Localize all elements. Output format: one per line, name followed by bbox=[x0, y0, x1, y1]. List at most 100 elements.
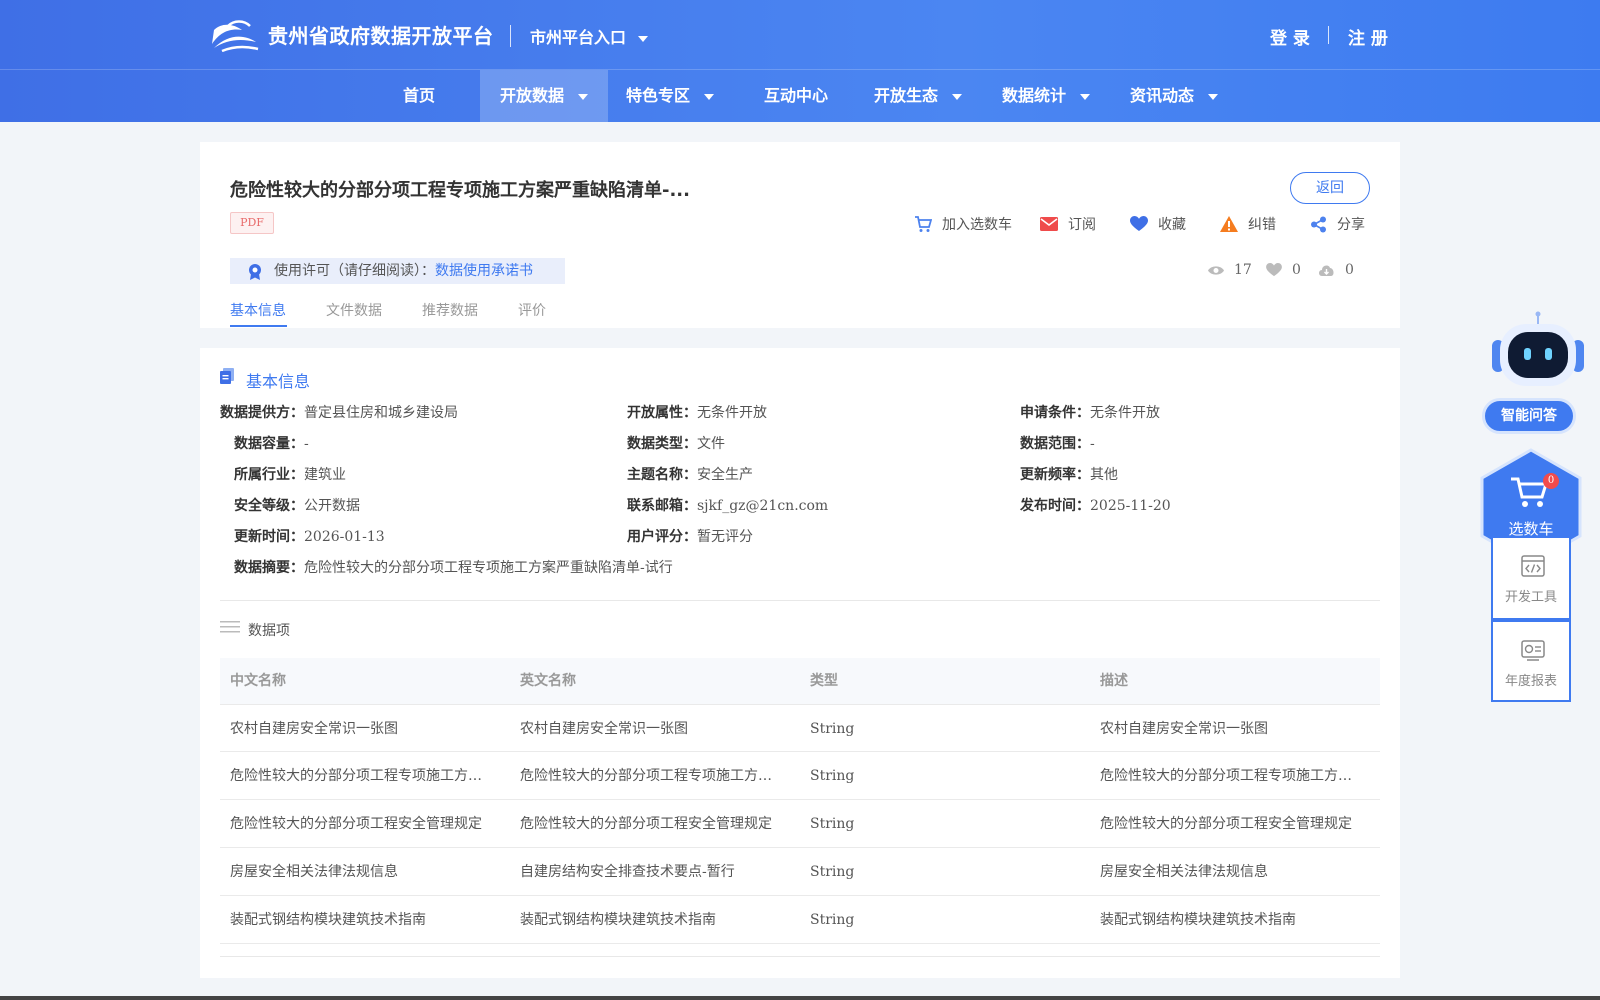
field-value: sjkf_gz@21cn.com bbox=[697, 498, 829, 514]
nav-item-ecosystem[interactable]: 开放生态 bbox=[868, 70, 968, 122]
dev-tools-button[interactable]: 开发工具 bbox=[1491, 538, 1571, 620]
field-publish-time: 发布时间：2025-11-20 bbox=[1020, 495, 1171, 515]
column-header: 类型 bbox=[810, 673, 838, 689]
city-entry-dropdown[interactable]: 市州平台入口 bbox=[530, 24, 649, 48]
table-cell: 自建房结构安全排查技术要点-暂行 bbox=[520, 864, 735, 880]
likes-value: 0 bbox=[1292, 262, 1301, 278]
chevron-down-icon bbox=[1208, 93, 1218, 100]
tab-review[interactable]: 评价 bbox=[518, 300, 546, 320]
code-icon bbox=[1521, 555, 1545, 577]
table-row: 危险性较大的分部分项工程专项施工方案... 危险性较大的分部分项工程专项施工方案… bbox=[220, 752, 1380, 800]
subscribe-button[interactable]: 订阅 bbox=[1040, 214, 1096, 234]
field-update-frequency: 更新频率：其他 bbox=[1020, 464, 1118, 484]
nav-item-special-zone[interactable]: 特色专区 bbox=[620, 70, 720, 122]
field-key: 数据范围： bbox=[1020, 436, 1090, 452]
table-cell: 房屋安全相关法律法规信息 bbox=[230, 864, 398, 880]
field-industry: 所属行业：建筑业 bbox=[234, 464, 346, 484]
field-user-rating: 用户评分：暂无评分 bbox=[627, 526, 753, 546]
field-key: 用户评分： bbox=[627, 529, 697, 545]
register-link[interactable]: 注 册 bbox=[1348, 24, 1388, 49]
nav-item-interaction[interactable]: 互动中心 bbox=[756, 70, 836, 122]
table-cell: String bbox=[810, 816, 855, 832]
field-data-range: 数据范围：- bbox=[1020, 433, 1095, 453]
divider bbox=[220, 956, 1380, 957]
field-key: 所属行业： bbox=[234, 467, 304, 483]
table-cell: 农村自建房安全常识一张图 bbox=[1100, 721, 1268, 737]
add-to-cart-button[interactable]: 加入选数车 bbox=[914, 214, 1012, 234]
back-button[interactable]: 返回 bbox=[1290, 172, 1370, 204]
nav-item-open-data[interactable]: 开放数据 bbox=[480, 70, 608, 122]
field-key: 安全等级： bbox=[234, 498, 304, 514]
annual-report-button[interactable]: 年度报表 bbox=[1491, 620, 1571, 702]
favorite-button[interactable]: 收藏 bbox=[1130, 214, 1186, 234]
tab-recommended-data[interactable]: 推荐数据 bbox=[422, 300, 478, 320]
tab-file-data[interactable]: 文件数据 bbox=[326, 300, 382, 320]
field-key: 更新频率： bbox=[1020, 467, 1090, 483]
login-link[interactable]: 登 录 bbox=[1270, 24, 1310, 49]
action-label: 分享 bbox=[1337, 217, 1365, 233]
divider bbox=[510, 25, 511, 47]
nav-label: 首页 bbox=[402, 86, 435, 105]
report-icon bbox=[1521, 640, 1545, 661]
table-cell: String bbox=[810, 721, 855, 737]
license-bar: 使用许可（请仔细阅读）：数据使用承诺书 bbox=[230, 258, 565, 284]
site-header: 贵州省政府数据开放平台 市州平台入口 登 录 注 册 首页 开放数据 特色专区 … bbox=[0, 0, 1600, 122]
main-nav: 首页 开放数据 特色专区 互动中心 开放生态 数据统计 资讯动态 bbox=[0, 70, 1600, 122]
cart-label: 选数车 bbox=[1508, 520, 1554, 538]
table-cell: 危险性较大的分部分项工程安全管理规定 bbox=[230, 816, 482, 832]
field-key: 数据容量： bbox=[234, 436, 304, 452]
column-header: 描述 bbox=[1100, 673, 1128, 689]
badge-icon bbox=[249, 264, 261, 280]
views-value: 17 bbox=[1234, 262, 1252, 278]
field-key: 主题名称： bbox=[627, 467, 697, 483]
nav-item-news[interactable]: 资讯动态 bbox=[1124, 70, 1224, 122]
field-apply-condition: 申请条件：无条件开放 bbox=[1020, 402, 1160, 422]
table-header: 中文名称 英文名称 类型 描述 bbox=[220, 658, 1380, 704]
field-value: 2025-11-20 bbox=[1090, 498, 1171, 514]
field-key: 数据类型： bbox=[627, 436, 697, 452]
action-label: 订阅 bbox=[1068, 217, 1096, 233]
divider bbox=[220, 600, 1380, 601]
field-update-time: 更新时间：2026-01-13 bbox=[234, 526, 385, 546]
field-key: 发布时间： bbox=[1020, 498, 1090, 514]
table-row: 房屋安全相关法律法规信息 自建房结构安全排查技术要点-暂行 String 房屋安… bbox=[220, 848, 1380, 896]
table-cell: 危险性较大的分部分项工程安全管理规定 bbox=[520, 816, 772, 832]
license-link[interactable]: 数据使用承诺书 bbox=[435, 263, 533, 279]
field-contact-email: 联系邮箱：sjkf_gz@21cn.com bbox=[627, 495, 828, 515]
nav-item-statistics[interactable]: 数据统计 bbox=[996, 70, 1096, 122]
table-cell: 危险性较大的分部分项工程安全管理规定 bbox=[1100, 816, 1352, 832]
field-key: 联系邮箱： bbox=[627, 498, 697, 514]
action-label: 收藏 bbox=[1158, 217, 1186, 233]
field-value: - bbox=[1090, 436, 1095, 452]
field-capacity: 数据容量：- bbox=[234, 433, 309, 453]
report-error-button[interactable]: 纠错 bbox=[1220, 214, 1276, 234]
robot-icon[interactable] bbox=[1488, 310, 1588, 390]
field-value: 文件 bbox=[697, 436, 725, 452]
table-cell: String bbox=[810, 864, 855, 880]
tab-basic-info[interactable]: 基本信息 bbox=[230, 300, 286, 320]
field-value: 2026-01-13 bbox=[304, 529, 385, 545]
brand-title[interactable]: 贵州省政府数据开放平台 bbox=[268, 20, 494, 49]
section-title-basic-info: 基本信息 bbox=[246, 372, 311, 391]
share-button[interactable]: 分享 bbox=[1310, 214, 1365, 234]
field-provider: 数据提供方：普定县住房和城乡建设局 bbox=[220, 402, 458, 422]
share-icon bbox=[1311, 216, 1326, 232]
field-security-level: 安全等级：公开数据 bbox=[234, 495, 360, 515]
nav-item-home[interactable]: 首页 bbox=[392, 70, 446, 122]
field-value: 其他 bbox=[1090, 467, 1118, 483]
dataset-detail-card: 基本信息 数据提供方：普定县住房和城乡建设局 开放属性：无条件开放 申请条件：无… bbox=[200, 348, 1400, 978]
column-header: 英文名称 bbox=[520, 673, 576, 689]
nav-label: 数据统计 bbox=[1001, 86, 1066, 105]
field-key: 数据摘要： bbox=[234, 560, 304, 576]
bottom-edge bbox=[0, 996, 1600, 1000]
nav-label: 开放生态 bbox=[873, 86, 938, 105]
table-cell: 装配式钢结构模块建筑技术指南 bbox=[230, 912, 426, 928]
license-text: 使用许可（请仔细阅读）：数据使用承诺书 bbox=[274, 258, 533, 284]
action-label: 加入选数车 bbox=[942, 217, 1012, 233]
top-bar: 贵州省政府数据开放平台 市州平台入口 登 录 注 册 bbox=[0, 0, 1600, 70]
dev-tools-label: 开发工具 bbox=[1504, 590, 1557, 605]
ai-qa-button[interactable]: 智能问答 bbox=[1482, 398, 1576, 434]
logo-icon[interactable] bbox=[208, 18, 260, 52]
table-row: 装配式钢结构模块建筑技术指南 装配式钢结构模块建筑技术指南 String 装配式… bbox=[220, 896, 1380, 944]
eye-icon bbox=[1208, 265, 1224, 275]
